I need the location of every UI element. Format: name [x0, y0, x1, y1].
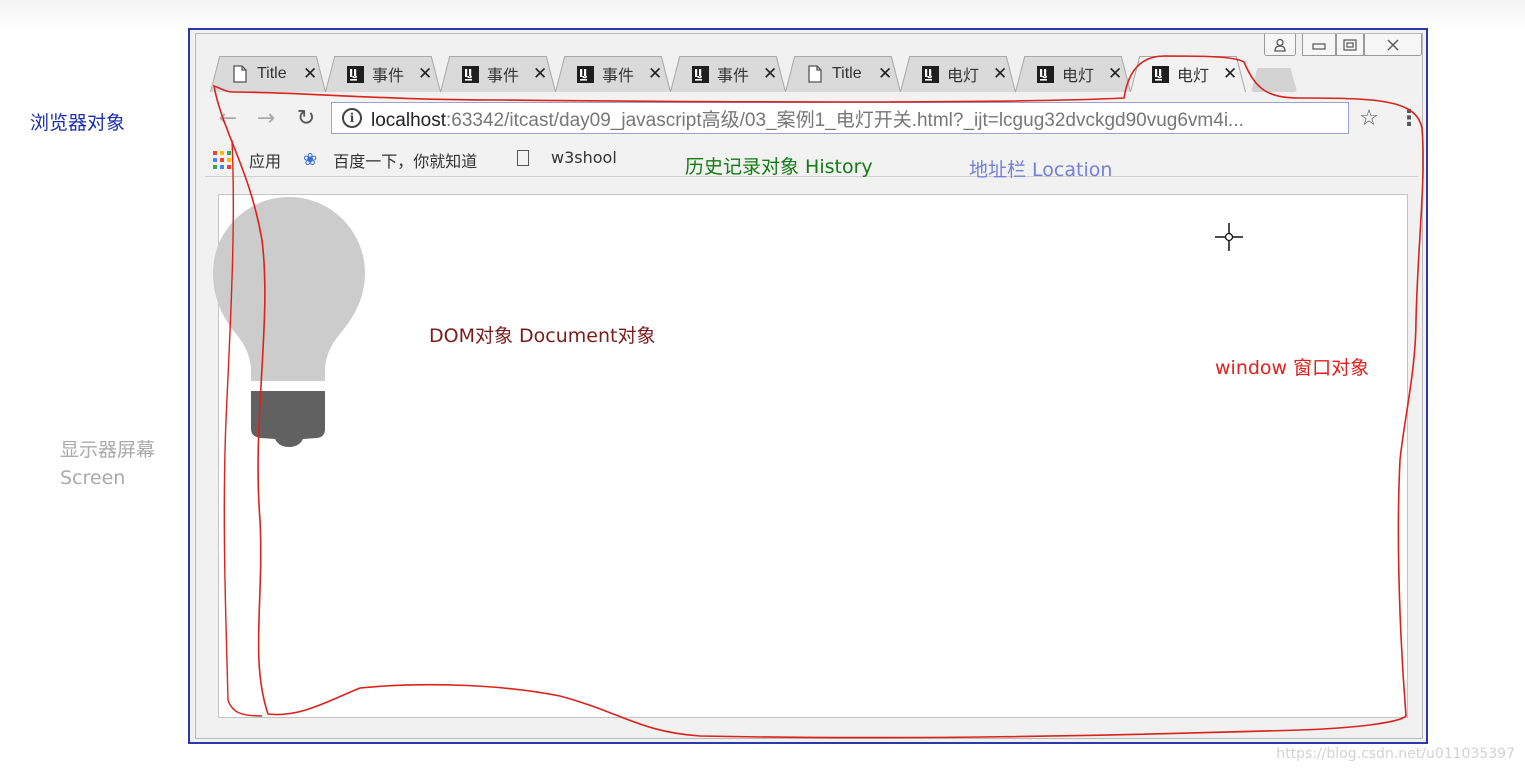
tab-title: Title — [257, 65, 287, 82]
tab-close-icon[interactable]: ✕ — [418, 64, 432, 84]
user-icon — [1274, 38, 1286, 52]
maximize-button[interactable] — [1336, 34, 1364, 56]
tab-content: 事件 ✕ — [575, 56, 662, 92]
dom-object-annotation: DOM对象 Document对象 — [429, 325, 656, 347]
tab-content: 事件 ✕ — [690, 56, 777, 92]
intellij-icon — [920, 64, 940, 84]
tab-close-icon[interactable]: ✕ — [303, 64, 317, 84]
back-button[interactable]: ← — [213, 104, 243, 132]
navigation-toolbar: ← → ↻ i localhost:63342/itcast/day09_jav… — [205, 96, 1420, 140]
browser-tab[interactable]: 事件 ✕ — [325, 56, 441, 92]
maximize-icon — [1343, 38, 1357, 51]
intellij-icon — [690, 64, 710, 84]
browser-tab[interactable]: 电灯 ✕ — [1130, 56, 1246, 92]
screen-label-line2: Screen — [60, 467, 126, 489]
location-object-annotation: 地址栏 Location — [969, 159, 1113, 181]
close-window-button[interactable] — [1364, 34, 1422, 56]
tab-content: Title ✕ — [230, 56, 317, 92]
lightbulb-icon[interactable] — [211, 195, 371, 451]
browser-tab[interactable]: 电灯 ✕ — [900, 56, 1016, 92]
tab-content: 事件 ✕ — [460, 56, 547, 92]
profile-button[interactable] — [1264, 34, 1296, 56]
address-bar[interactable]: i localhost:63342/itcast/day09_javascrip… — [331, 102, 1349, 134]
intellij-icon — [1150, 64, 1170, 84]
tab-content: 电灯 ✕ — [1150, 56, 1237, 92]
minimize-button[interactable] — [1302, 34, 1336, 56]
info-icon[interactable]: i — [342, 108, 362, 128]
bookmark-baidu-label: 百度一下，你就知道 — [333, 152, 478, 171]
apps-grid-icon — [213, 151, 231, 169]
tab-close-icon[interactable]: ✕ — [533, 64, 547, 84]
bookmark-star-button[interactable]: ☆ — [1355, 104, 1383, 132]
tab-title: 电灯 — [947, 68, 980, 85]
browser-tab[interactable]: 电灯 ✕ — [1015, 56, 1131, 92]
screen-label-line1: 显示器屏幕 — [60, 439, 156, 461]
minimize-icon — [1312, 42, 1326, 50]
intellij-icon — [1035, 64, 1055, 84]
slide-background — [0, 0, 1525, 30]
tab-close-icon[interactable]: ✕ — [1223, 64, 1237, 84]
tab-title: 事件 — [717, 68, 750, 85]
tab-title: 事件 — [602, 68, 635, 85]
bookmark-w3shool-label: w3shool — [551, 148, 617, 167]
tab-title: 电灯 — [1177, 68, 1210, 85]
url-path: :63342/itcast/day09_javascript高级/03_案例1_… — [446, 109, 1244, 131]
forward-button[interactable]: → — [251, 104, 281, 132]
tab-title: 事件 — [372, 68, 405, 85]
tab-close-icon[interactable]: ✕ — [993, 64, 1007, 84]
tab-close-icon[interactable]: ✕ — [763, 64, 777, 84]
tab-close-icon[interactable]: ✕ — [878, 64, 892, 84]
browser-tab[interactable]: Title ✕ — [210, 56, 326, 92]
url-host: localhost — [371, 109, 446, 131]
tab-title: 电灯 — [1062, 68, 1095, 85]
crosshair-cursor-icon — [1215, 223, 1243, 251]
new-tab-shape — [1251, 68, 1297, 92]
bookmarks-bar: 应用 ❀ 百度一下，你就知道 w3shool 历史记录对象 History 地址… — [205, 142, 1418, 181]
window-object-annotation: window 窗口对象 — [1215, 357, 1370, 379]
intellij-icon — [460, 64, 480, 84]
tab-content: 电灯 ✕ — [1035, 56, 1122, 92]
tab-strip: Title ✕ 事件 ✕ 事件 ✕ 事件 ✕ 事件 ✕ Title ✕ 电灯 ✕ 电灯 ✕ 电灯 ✕ — [210, 56, 1297, 92]
bookmark-apps[interactable]: 应用 — [213, 148, 281, 172]
tab-close-icon[interactable]: ✕ — [648, 64, 662, 84]
intellij-icon — [345, 64, 365, 84]
close-icon — [1387, 39, 1399, 50]
browser-window-inner: Title ✕ 事件 ✕ 事件 ✕ 事件 ✕ 事件 ✕ Title ✕ 电灯 ✕ 电灯 ✕ 电灯 ✕ ← → ↻ … — [195, 33, 1423, 739]
tab-close-icon[interactable]: ✕ — [1108, 64, 1122, 84]
tab-title: Title — [832, 65, 862, 82]
url-text[interactable]: localhost:63342/itcast/day09_javascript高… — [371, 105, 1244, 132]
browser-tab[interactable]: 事件 ✕ — [555, 56, 671, 92]
watermark: https://blog.csdn.net/u011035397 — [1276, 746, 1515, 762]
page-icon — [517, 149, 529, 166]
bookmark-apps-label: 应用 — [249, 152, 282, 171]
tab-content: 电灯 ✕ — [920, 56, 1007, 92]
bookmark-w3shool[interactable]: w3shool — [517, 148, 617, 167]
browser-menu-button[interactable]: ⋮ — [1398, 104, 1420, 132]
new-tab-button[interactable] — [1251, 68, 1297, 92]
page-icon — [805, 64, 825, 84]
page-icon — [230, 64, 250, 84]
page-viewport: DOM对象 Document对象 window 窗口对象 — [213, 194, 1408, 718]
browser-object-label: 浏览器对象 — [30, 112, 126, 134]
browser-tab[interactable]: Title ✕ — [785, 56, 901, 92]
baidu-paw-icon: ❀ — [303, 150, 318, 170]
tab-content: Title ✕ — [805, 56, 892, 92]
intellij-icon — [575, 64, 595, 84]
screen-object-label: 显示器屏幕 Screen — [60, 436, 155, 492]
reload-button[interactable]: ↻ — [291, 104, 321, 132]
tab-title: 事件 — [487, 68, 520, 85]
browser-tab[interactable]: 事件 ✕ — [440, 56, 556, 92]
history-object-annotation: 历史记录对象 History — [685, 156, 873, 178]
window-controls — [1264, 34, 1422, 56]
browser-tab[interactable]: 事件 ✕ — [670, 56, 786, 92]
tab-content: 事件 ✕ — [345, 56, 432, 92]
bookmark-baidu[interactable]: ❀ 百度一下，你就知道 — [303, 148, 477, 172]
browser-window: Title ✕ 事件 ✕ 事件 ✕ 事件 ✕ 事件 ✕ Title ✕ 电灯 ✕ 电灯 ✕ 电灯 ✕ ← → ↻ … — [188, 28, 1428, 744]
